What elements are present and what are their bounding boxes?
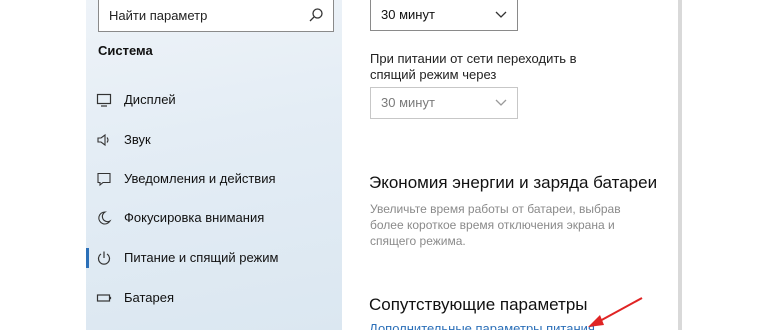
section-title: Система — [98, 43, 153, 58]
search-icon[interactable] — [308, 7, 324, 23]
sidebar-item-sound[interactable]: Звук — [86, 121, 342, 159]
sidebar-item-power-sleep[interactable]: Питание и спящий режим — [86, 239, 342, 277]
sidebar-item-display[interactable]: Дисплей — [86, 81, 342, 119]
select-value: 30 минут — [381, 7, 435, 22]
select-value: 30 минут — [381, 95, 435, 110]
sleep-timeout-select[interactable]: 30 минут — [370, 87, 518, 119]
chevron-down-icon — [495, 11, 507, 18]
scrollbar[interactable] — [678, 0, 682, 330]
search-box[interactable]: Найти параметр — [98, 0, 334, 32]
annotation-arrow-icon — [588, 297, 643, 327]
sleep-timeout-label: При питании от сети переходить в спящий … — [370, 51, 577, 82]
active-indicator — [86, 248, 89, 268]
battery-saving-heading: Экономия энергии и заряда батареи — [369, 173, 658, 192]
sidebar-item-label: Фокусировка внимания — [124, 210, 265, 225]
moon-icon — [98, 211, 112, 225]
related-settings-heading: Сопутствующие параметры — [369, 295, 588, 314]
speaker-icon — [97, 133, 109, 147]
sidebar-item-label: Питание и спящий режим — [124, 250, 279, 265]
sidebar-item-label: Дисплей — [124, 92, 176, 107]
search-input[interactable]: Найти параметр — [109, 8, 207, 23]
display-icon — [96, 93, 112, 107]
sidebar-item-label: Батарея — [124, 290, 175, 305]
battery-saving-description: Увеличьте время работы от батареи, выбра… — [370, 202, 621, 248]
sidebar: Найти параметр Система Дисплей Звук Увед… — [86, 0, 342, 330]
sidebar-item-battery[interactable]: Батарея — [86, 279, 342, 317]
screen-timeout-select[interactable]: 30 минут — [370, 0, 518, 31]
main-content: 30 минут При питании от сети переходить … — [342, 0, 770, 330]
sidebar-item-label: Уведомления и действия — [124, 171, 276, 186]
sidebar-item-notifications[interactable]: Уведомления и действия — [86, 160, 342, 198]
notification-icon — [97, 172, 111, 187]
power-icon — [97, 251, 111, 265]
sidebar-item-label: Звук — [124, 132, 151, 147]
battery-icon — [96, 294, 112, 302]
chevron-down-icon — [495, 99, 507, 106]
sidebar-item-focus-assist[interactable]: Фокусировка внимания — [86, 199, 342, 237]
